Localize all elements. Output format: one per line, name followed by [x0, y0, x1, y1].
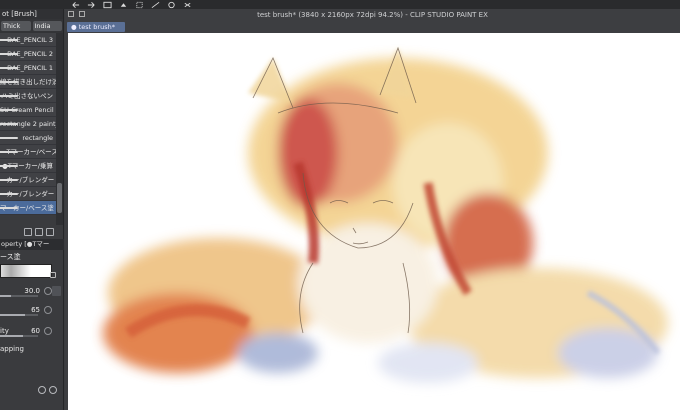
- brush-size-dropdown[interactable]: [52, 286, 61, 296]
- brush-item[interactable]: DAE_PENCIL 2: [0, 47, 56, 61]
- brush-item[interactable]: rectangle 2 paint_: [0, 117, 56, 131]
- ruler-icon[interactable]: [150, 1, 160, 9]
- brush-stroke-sample: [0, 109, 18, 111]
- document-area: test brush* (3840 x 2160px 72dpi 94.2%) …: [65, 9, 680, 410]
- opacity-row[interactable]: ity 60: [0, 325, 64, 337]
- brush-list-scrollbar[interactable]: [56, 33, 63, 225]
- opacity-fill: [0, 335, 23, 337]
- drawing-canvas[interactable]: [68, 33, 680, 410]
- brush-item[interactable]: ーカー/ブレンダー: [0, 187, 56, 201]
- brush-list: DAE_PENCIL 3DAE_PENCIL 2DAE_PENCIL 1線を描き…: [0, 33, 56, 215]
- brush-size-pressure-icon[interactable]: [44, 287, 52, 295]
- selection-icon[interactable]: [166, 1, 176, 9]
- copy-sub-tool-icon[interactable]: [35, 228, 43, 236]
- brush-item[interactable]: DAE_PENCIL 3: [0, 33, 56, 47]
- brush-item[interactable]: SU-Cream Pencil: [0, 103, 56, 117]
- brush-item[interactable]: ハミ出さないペン: [0, 89, 56, 103]
- brush-item[interactable]: DAE_PENCIL 1: [0, 61, 56, 75]
- sub-tool-panel: ot [Brush] Thick India DAE_PENCIL 3 DAE_P…: [0, 9, 64, 410]
- tool-property-name: ース塗: [0, 253, 21, 261]
- fill-icon[interactable]: [118, 1, 128, 9]
- brush-size-row[interactable]: 30.0: [0, 285, 64, 297]
- artwork: [103, 46, 668, 383]
- tab-thick[interactable]: Thick: [1, 21, 31, 31]
- brush-item[interactable]: rectangle: [0, 131, 56, 145]
- window-title: test brush* (3840 x 2160px 72dpi 94.2%) …: [257, 11, 488, 19]
- sub-tool-tabs: Thick India: [0, 19, 63, 33]
- redo-icon[interactable]: [86, 1, 96, 9]
- brush-list-tools: [24, 228, 54, 236]
- brush-stroke-sample: [0, 151, 18, 153]
- clear-icon[interactable]: [102, 1, 112, 9]
- property-footer-icons: [38, 386, 57, 394]
- snap-icon[interactable]: [182, 1, 192, 9]
- settings-icon[interactable]: [38, 386, 46, 394]
- brush-stroke-sample: [0, 165, 18, 167]
- brush-stroke-sample: [0, 67, 18, 69]
- brush-stroke-sample: [0, 123, 18, 125]
- hardness-slider[interactable]: [0, 314, 38, 316]
- brush-stroke-sample: [0, 53, 18, 55]
- undo-icon[interactable]: [70, 1, 80, 9]
- brush-item-label: rectangle: [22, 134, 53, 142]
- brush-item[interactable]: ●Tマーカー/乗算: [0, 159, 56, 173]
- brush-item[interactable]: マーカー/ベース塗: [0, 201, 56, 215]
- brush-item[interactable]: ーカー/ブレンダー: [0, 173, 56, 187]
- snapping-row[interactable]: apping: [0, 343, 64, 355]
- hardness-fill: [0, 314, 25, 316]
- opacity-pressure-icon[interactable]: [44, 327, 52, 335]
- brush-stroke-sample: [0, 39, 18, 41]
- tool-property-header: operty [●Tマー: [0, 239, 64, 250]
- command-bar: [0, 0, 680, 9]
- brush-stroke-sample: [0, 207, 18, 209]
- brush-item[interactable]: 線を描き出しだけ消す: [0, 75, 56, 89]
- brush-stroke-sample: [0, 95, 18, 97]
- app-window: ot [Brush] Thick India DAE_PENCIL 3 DAE_P…: [0, 0, 680, 410]
- sub-tool-header: ot [Brush]: [0, 9, 63, 19]
- lock-icon[interactable]: [50, 272, 56, 278]
- brush-size-fill: [0, 295, 12, 297]
- document-tab-label: test brush*: [78, 23, 115, 31]
- snapping-label: apping: [0, 345, 25, 353]
- brush-stroke-sample: [0, 193, 18, 195]
- hardness-row[interactable]: 65: [0, 304, 64, 316]
- brush-size-slider[interactable]: [0, 295, 38, 297]
- add-sub-tool-icon[interactable]: [24, 228, 32, 236]
- document-tab[interactable]: ● test brush*: [67, 22, 125, 32]
- wrench-icon[interactable]: [49, 386, 57, 394]
- brush-stroke-sample: [0, 81, 18, 83]
- brush-item[interactable]: ・Tマーカー/ベース塗: [0, 145, 56, 159]
- opacity-slider[interactable]: [0, 335, 38, 337]
- brush-stroke-sample: [0, 137, 18, 139]
- transform-icon[interactable]: [134, 1, 144, 9]
- tab-india[interactable]: India: [32, 21, 62, 31]
- brush-stroke-preview: [0, 264, 52, 278]
- hardness-pressure-icon[interactable]: [44, 306, 52, 314]
- brush-stroke-sample: [0, 179, 18, 181]
- delete-sub-tool-icon[interactable]: [46, 228, 54, 236]
- scrollbar-thumb[interactable]: [57, 183, 62, 213]
